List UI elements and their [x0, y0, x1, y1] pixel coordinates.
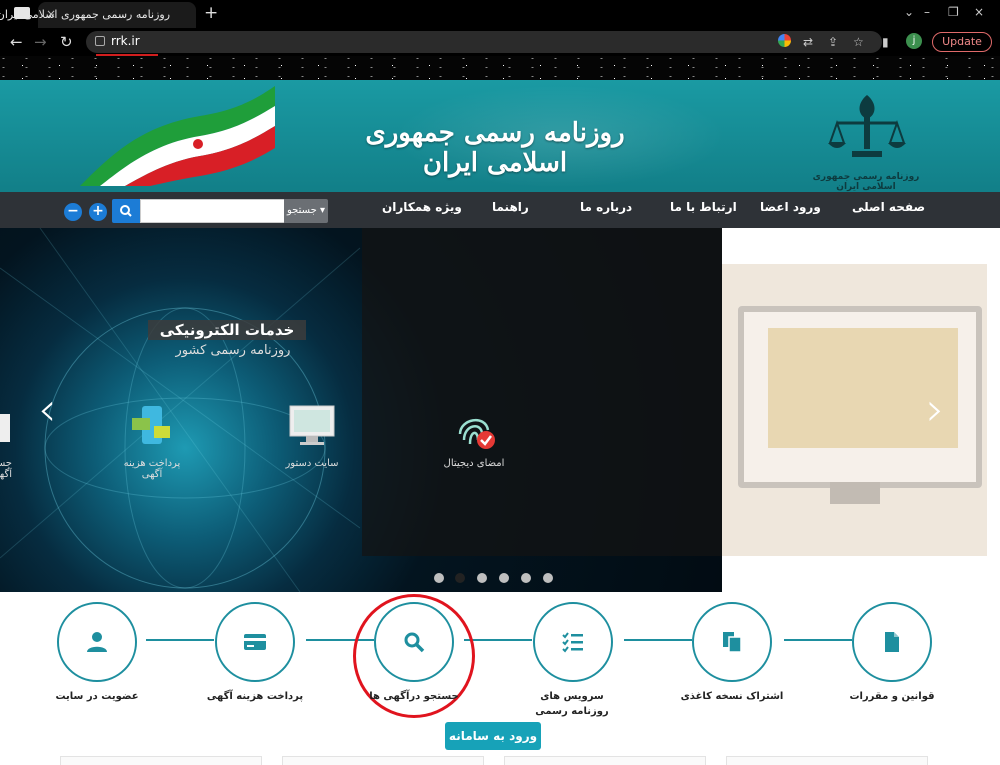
window-close-icon[interactable]: × [974, 5, 984, 19]
forward-icon[interactable]: → [34, 33, 47, 51]
quick-link-membership[interactable] [57, 602, 137, 682]
service-dastour-site[interactable]: سایت دستور [276, 458, 348, 469]
quick-link-services[interactable] [533, 602, 613, 682]
service-ad-payment[interactable]: پرداخت هزینه آگهی [112, 458, 192, 480]
slider-dot[interactable] [521, 573, 531, 583]
hero-next-slide-preview [722, 264, 987, 556]
bookmark-icon[interactable]: ☆ [853, 35, 864, 49]
checklist-icon [562, 632, 583, 653]
quick-link-paper-subscription[interactable] [692, 602, 772, 682]
new-tab-icon[interactable]: + [204, 3, 218, 23]
user-icon [87, 632, 107, 652]
hero-slider [0, 228, 722, 592]
quick-link-laws[interactable] [852, 602, 932, 682]
slider-next-button[interactable]: › [926, 386, 944, 432]
zoom-out-button[interactable]: − [64, 203, 82, 221]
copy-icon [723, 632, 742, 653]
hero-overlay [362, 228, 722, 556]
nav-contact[interactable]: ارتباط با ما [670, 200, 737, 214]
share-icon[interactable]: ⇪ [828, 35, 838, 49]
url-text[interactable]: rrk.ir [111, 34, 140, 48]
quick-link-label: قوانین و مقررات [849, 691, 935, 702]
google-icon[interactable] [778, 34, 791, 47]
side-panel-icon[interactable]: ▮ [882, 35, 889, 49]
translate-icon[interactable]: ⇄ [803, 35, 813, 49]
slider-prev-button[interactable]: ‹ [38, 386, 56, 432]
quick-link-label: جستجو درآگهی ها [369, 691, 459, 702]
profile-avatar[interactable]: j [906, 33, 922, 49]
slider-dot[interactable] [477, 573, 487, 583]
nav-guide[interactable]: راهنما [492, 200, 529, 214]
site-search: جستجو ▾ [112, 199, 328, 223]
quick-link-ad-payment[interactable] [215, 602, 295, 682]
nav-member-login[interactable]: ورود اعضا [760, 200, 821, 214]
starfield-background [0, 56, 1000, 80]
quick-link-label: سرویس های روزنامه رسمی [535, 691, 609, 717]
service-ad-search[interactable]: جستجو آگهی [0, 458, 12, 480]
monitor-preview [738, 306, 982, 488]
browser-tab-bar: × روزنامه رسمی جمهوری اسلامی ایران + ⌄ –… [0, 0, 1000, 28]
minimize-icon[interactable]: – [924, 5, 930, 19]
slider-dot[interactable] [543, 573, 553, 583]
iran-flag-icon [80, 86, 275, 186]
fingerprint-icon [458, 419, 495, 449]
enter-system-button[interactable]: ورود به سامانه [445, 722, 541, 750]
update-button[interactable]: Update [932, 32, 992, 52]
search-type-dropdown[interactable]: جستجو ▾ [284, 199, 328, 223]
reload-icon[interactable]: ↻ [60, 33, 73, 51]
nav-about[interactable]: درباره ما [580, 200, 632, 214]
search-icon [120, 205, 132, 217]
omnibox[interactable] [86, 31, 882, 53]
search-type-label: جستجو [287, 205, 317, 216]
zoom-in-button[interactable]: + [89, 203, 107, 221]
monitor-stand [830, 482, 880, 504]
quick-link-label: اشتراک نسخه کاغذی [680, 691, 784, 702]
tab-search-chevron-icon[interactable]: ⌄ [904, 5, 914, 19]
phone-payment-icon [132, 406, 170, 444]
credit-card-icon [244, 634, 266, 650]
slider-dot[interactable] [434, 573, 444, 583]
lock-icon [95, 36, 105, 46]
emblem-caption: روزنامه رسمی جمهوری اسلامی ایران [812, 172, 920, 192]
monitor-icon [289, 405, 335, 445]
service-digital-signature[interactable]: امضای دیجیتال [436, 458, 512, 469]
hero-subheading: روزنامه رسمی کشور [175, 343, 291, 358]
tab-title: روزنامه رسمی جمهوری اسلامی ایران [0, 8, 170, 21]
nav-home[interactable]: صفحه اصلی [852, 200, 925, 214]
nav-partners[interactable]: ویژه همکاران [382, 200, 462, 214]
document-icon [885, 632, 899, 652]
search-submit-button[interactable] [112, 199, 140, 223]
browser-tab[interactable]: × روزنامه رسمی جمهوری اسلامی ایران [0, 2, 196, 28]
banner-title: روزنامه رسمی جمهوری اسلامی ایران [365, 118, 625, 178]
connector-line [624, 639, 692, 641]
quick-link-label: پرداخت هزینه آگهی [206, 691, 304, 702]
connector-line [784, 639, 852, 641]
back-icon[interactable]: ← [10, 33, 23, 51]
slider-dot[interactable] [499, 573, 509, 583]
hero-heading: خدمات الکترونیکی [148, 320, 306, 340]
search-input[interactable] [140, 199, 286, 223]
quick-link-label: عضویت در سایت [55, 691, 139, 702]
connector-line [464, 639, 532, 641]
restore-icon[interactable]: ❐ [948, 5, 959, 19]
slider-dot-active[interactable] [455, 573, 465, 583]
search-doc-icon [0, 414, 10, 442]
connector-line [146, 639, 214, 641]
